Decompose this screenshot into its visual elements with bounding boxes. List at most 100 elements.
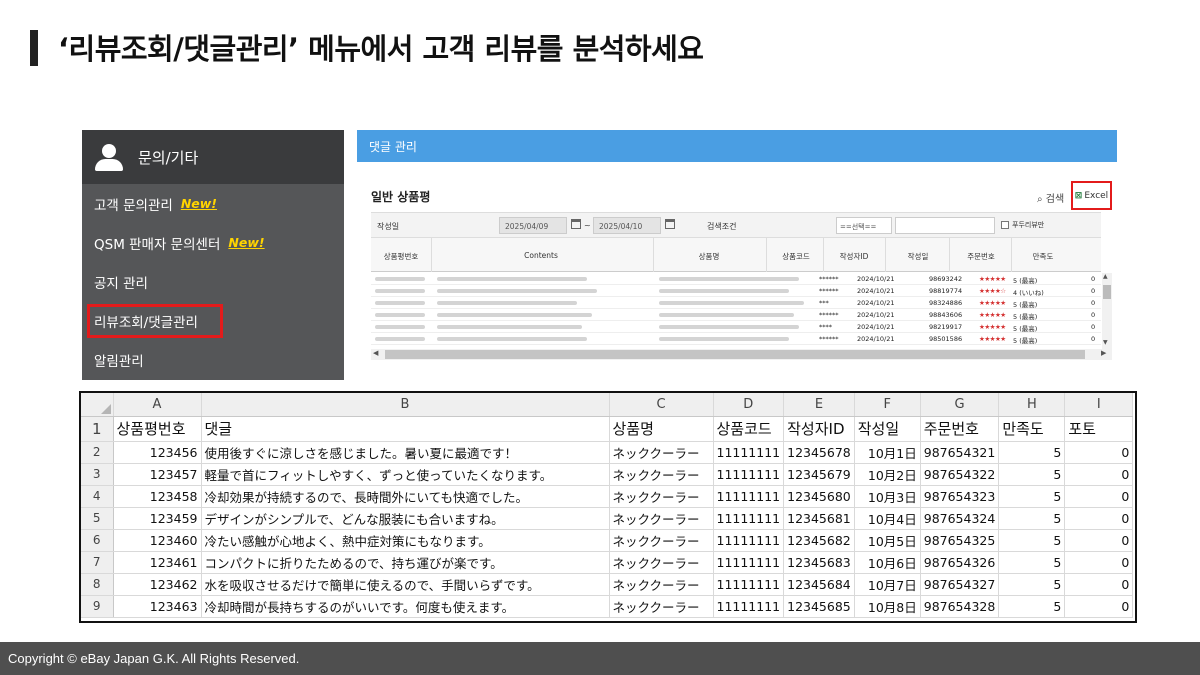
column-letter[interactable]: F — [854, 393, 921, 417]
row-number[interactable]: 1 — [81, 416, 114, 442]
sheet-cell[interactable]: 5 — [998, 485, 1066, 508]
select-all-corner[interactable] — [81, 393, 114, 417]
scrollbar-thumb[interactable] — [385, 350, 1085, 359]
sheet-cell[interactable]: 0 — [1064, 441, 1134, 464]
header-cell[interactable]: 상품코드 — [713, 416, 785, 442]
sheet-cell[interactable]: 5 — [998, 529, 1066, 552]
header-cell[interactable]: 상품명 — [609, 416, 714, 442]
sheet-cell[interactable]: 10月3日 — [854, 485, 921, 508]
row-number[interactable]: 8 — [81, 573, 114, 596]
sidebar-item-qsm-seller-inquiry[interactable]: QSM 판매자 문의센터 New! — [82, 223, 344, 262]
row-number[interactable]: 7 — [81, 551, 114, 574]
column-letter[interactable]: E — [783, 393, 855, 417]
sheet-cell[interactable]: 123460 — [113, 529, 202, 552]
sheet-cell[interactable]: 11111111 — [713, 485, 785, 508]
sheet-cell[interactable]: 12345685 — [783, 595, 855, 618]
sheet-cell[interactable]: 0 — [1064, 463, 1134, 486]
sheet-cell[interactable]: 11111111 — [713, 463, 785, 486]
sheet-cell[interactable]: ネッククーラー — [609, 573, 714, 596]
sheet-cell[interactable]: 11111111 — [713, 573, 785, 596]
scroll-up-icon[interactable]: ▲ — [1103, 273, 1108, 280]
row-number[interactable]: 2 — [81, 441, 114, 464]
sheet-cell[interactable]: 0 — [1064, 529, 1134, 552]
header-cell[interactable]: 상품평번호 — [113, 416, 202, 442]
column-letter[interactable]: A — [113, 393, 202, 417]
sheet-cell[interactable]: 軽量で首にフィットしやすく、ずっと使っていたくなります。 — [201, 463, 610, 486]
sheet-cell[interactable]: 12345684 — [783, 573, 855, 596]
column-letter[interactable]: H — [998, 393, 1066, 417]
sheet-cell[interactable]: ネッククーラー — [609, 441, 714, 464]
column-letter[interactable]: G — [920, 393, 1000, 417]
sheet-cell[interactable]: 10月6日 — [854, 551, 921, 574]
sheet-cell[interactable]: 11111111 — [713, 441, 785, 464]
column-letter[interactable]: I — [1064, 393, 1134, 417]
sheet-cell[interactable]: 987654327 — [920, 573, 1000, 596]
sheet-cell[interactable]: 冷たい感触が心地よく、熱中症対策にもなります。 — [201, 529, 610, 552]
sheet-cell[interactable]: 5 — [998, 551, 1066, 574]
sheet-cell[interactable]: 10月5日 — [854, 529, 921, 552]
sheet-cell[interactable]: 10月1日 — [854, 441, 921, 464]
scroll-left-icon[interactable]: ◀ — [373, 349, 378, 357]
date-from-input[interactable]: 2025/04/09 — [499, 217, 567, 234]
search-condition-select[interactable]: ==선택== — [836, 217, 892, 234]
sheet-cell[interactable]: 123456 — [113, 441, 202, 464]
sheet-cell[interactable]: ネッククーラー — [609, 551, 714, 574]
table-row[interactable]: ****** 2024/10/21 98501586 ★★★★★ 5 (最高) … — [371, 333, 1101, 345]
sheet-cell[interactable]: 987654322 — [920, 463, 1000, 486]
sheet-cell[interactable]: 0 — [1064, 595, 1134, 618]
sheet-cell[interactable]: 12345681 — [783, 507, 855, 530]
table-row[interactable]: ****** 2024/10/21 98819774 ★★★★☆ 4 (いいね)… — [371, 285, 1101, 297]
column-letter[interactable]: D — [713, 393, 785, 417]
sheet-cell[interactable]: 123457 — [113, 463, 202, 486]
sheet-cell[interactable]: 0 — [1064, 573, 1134, 596]
sidebar-item-review-comment[interactable]: 리뷰조회/댓글관리 — [82, 301, 344, 340]
row-number[interactable]: 3 — [81, 463, 114, 486]
sheet-cell[interactable]: 11111111 — [713, 551, 785, 574]
horizontal-scrollbar[interactable]: ◀ ▶ — [371, 349, 1112, 360]
sheet-cell[interactable]: 冷却時間が長持ちするのがいいです。何度も使えます。 — [201, 595, 610, 618]
column-letter[interactable]: C — [609, 393, 714, 417]
sheet-cell[interactable]: 12345682 — [783, 529, 855, 552]
sheet-cell[interactable]: 123461 — [113, 551, 202, 574]
sheet-cell[interactable]: 10月2日 — [854, 463, 921, 486]
sheet-cell[interactable]: 123463 — [113, 595, 202, 618]
table-row[interactable]: *** 2024/10/21 98324886 ★★★★★ 5 (最高) 0 — [371, 297, 1101, 309]
sheet-cell[interactable]: 使用後すぐに涼しさを感じました。暑い夏に最適です！ — [201, 441, 610, 464]
sheet-cell[interactable]: 0 — [1064, 551, 1134, 574]
table-row[interactable]: ****** 2024/10/21 98693242 ★★★★★ 5 (最高) … — [371, 273, 1101, 285]
sheet-cell[interactable]: 11111111 — [713, 595, 785, 618]
sheet-cell[interactable]: 10月7日 — [854, 573, 921, 596]
table-row[interactable]: **** 2024/10/21 98219917 ★★★★★ 5 (最高) 0 — [371, 321, 1101, 333]
scroll-down-icon[interactable]: ▼ — [1103, 339, 1108, 346]
sheet-cell[interactable]: 5 — [998, 463, 1066, 486]
header-cell[interactable]: 작성일 — [854, 416, 921, 442]
header-cell[interactable]: 만족도 — [998, 416, 1066, 442]
photo-review-checkbox[interactable] — [1001, 221, 1009, 229]
row-number[interactable]: 6 — [81, 529, 114, 552]
sheet-cell[interactable]: 987654321 — [920, 441, 1000, 464]
sheet-cell[interactable]: ネッククーラー — [609, 595, 714, 618]
sheet-cell[interactable]: 987654326 — [920, 551, 1000, 574]
sheet-cell[interactable]: 5 — [998, 507, 1066, 530]
calendar-icon[interactable] — [665, 219, 675, 229]
sheet-cell[interactable]: コンパクトに折りたためるので、持ち運びが楽です。 — [201, 551, 610, 574]
sheet-cell[interactable]: 10月8日 — [854, 595, 921, 618]
search-keyword-input[interactable] — [895, 217, 995, 234]
row-number[interactable]: 9 — [81, 595, 114, 618]
sheet-cell[interactable]: ネッククーラー — [609, 529, 714, 552]
header-cell[interactable]: 포토 — [1064, 416, 1134, 442]
sheet-cell[interactable]: 12345679 — [783, 463, 855, 486]
sheet-cell[interactable]: デザインがシンプルで、どんな服装にも合いますね。 — [201, 507, 610, 530]
date-to-input[interactable]: 2025/04/10 — [593, 217, 661, 234]
header-cell[interactable]: 주문번호 — [920, 416, 1000, 442]
sheet-cell[interactable]: ネッククーラー — [609, 463, 714, 486]
sheet-cell[interactable]: 0 — [1064, 507, 1134, 530]
sidebar-item-notice[interactable]: 공지 관리 — [82, 262, 344, 301]
excel-download-button[interactable]: ⊠ Excel — [1071, 181, 1112, 210]
sheet-cell[interactable]: 12345683 — [783, 551, 855, 574]
sheet-cell[interactable]: 987654328 — [920, 595, 1000, 618]
scroll-right-icon[interactable]: ▶ — [1101, 349, 1106, 357]
scrollbar-thumb[interactable] — [1103, 285, 1111, 299]
sheet-cell[interactable]: 12345680 — [783, 485, 855, 508]
sheet-cell[interactable]: 123462 — [113, 573, 202, 596]
